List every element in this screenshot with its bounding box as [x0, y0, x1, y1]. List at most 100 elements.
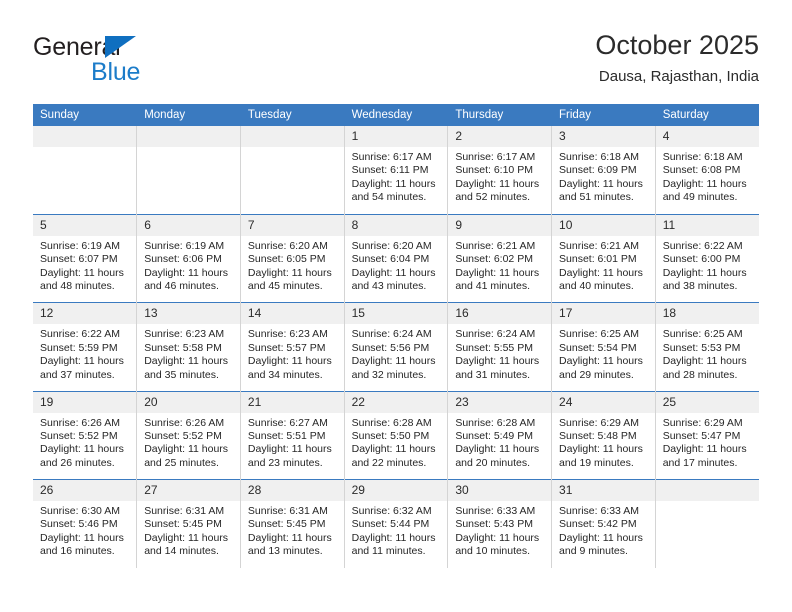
day-cell[interactable]: 10 Sunrise: 6:21 AM Sunset: 6:01 PM Dayl…	[551, 213, 656, 303]
day-number: 26	[33, 480, 137, 502]
day-cell[interactable]: 22 Sunrise: 6:28 AM Sunset: 5:50 PM Dayl…	[344, 390, 449, 480]
day-details: Sunrise: 6:30 AM Sunset: 5:46 PM Dayligh…	[33, 501, 136, 559]
day-cell[interactable]: 16 Sunrise: 6:24 AM Sunset: 5:55 PM Dayl…	[447, 302, 553, 392]
day-cell[interactable]: 14 Sunrise: 6:23 AM Sunset: 5:57 PM Dayl…	[240, 302, 345, 392]
calendar-week-row: 5 Sunrise: 6:19 AM Sunset: 6:07 PM Dayli…	[33, 213, 759, 303]
sunset-text: Sunset: 6:06 PM	[144, 253, 222, 266]
day-details: Sunrise: 6:22 AM Sunset: 6:00 PM Dayligh…	[656, 236, 759, 294]
logo-text-general: General	[33, 33, 121, 61]
calendar-grid: Sunday Monday Tuesday Wednesday Thursday…	[33, 104, 759, 568]
daylight-text: Daylight: 11 hours and 14 minutes.	[144, 531, 229, 558]
day-cell[interactable]: 12 Sunrise: 6:22 AM Sunset: 5:59 PM Dayl…	[33, 302, 138, 392]
daylight-text: Daylight: 11 hours and 37 minutes.	[40, 355, 124, 381]
daylight-text: Daylight: 11 hours and 35 minutes.	[144, 355, 229, 381]
daylight-text: Daylight: 11 hours and 10 minutes.	[455, 531, 540, 558]
weekday-header-saturday: Saturday	[655, 104, 759, 126]
day-details: Sunrise: 6:18 AM Sunset: 6:09 PM Dayligh…	[552, 147, 655, 205]
day-cell[interactable]: 24 Sunrise: 6:29 AM Sunset: 5:48 PM Dayl…	[551, 390, 656, 480]
day-details: Sunrise: 6:26 AM Sunset: 5:52 PM Dayligh…	[137, 413, 240, 471]
day-cell[interactable]: 29 Sunrise: 6:32 AM Sunset: 5:44 PM Dayl…	[344, 479, 449, 568]
day-number: 28	[240, 480, 344, 502]
sunset-text: Sunset: 5:46 PM	[40, 518, 118, 531]
day-cell[interactable]: 1 Sunrise: 6:17 AM Sunset: 6:11 PM Dayli…	[344, 126, 449, 215]
daylight-text: Daylight: 11 hours and 51 minutes.	[559, 177, 643, 204]
sunrise-text: Sunrise: 6:20 AM	[247, 239, 328, 252]
day-cell[interactable]: 13 Sunrise: 6:23 AM Sunset: 5:58 PM Dayl…	[136, 302, 241, 392]
sunrise-text: Sunrise: 6:31 AM	[144, 505, 225, 518]
day-details: Sunrise: 6:21 AM Sunset: 6:01 PM Dayligh…	[552, 236, 655, 294]
day-cell[interactable]: 28 Sunrise: 6:31 AM Sunset: 5:45 PM Dayl…	[240, 479, 345, 568]
day-cell[interactable]: 26 Sunrise: 6:30 AM Sunset: 5:46 PM Dayl…	[33, 479, 138, 568]
daylight-text: Daylight: 11 hours and 23 minutes.	[247, 443, 332, 469]
day-cell[interactable]: 6 Sunrise: 6:19 AM Sunset: 6:06 PM Dayli…	[136, 213, 241, 303]
sunrise-text: Sunrise: 6:25 AM	[559, 328, 639, 341]
day-cell[interactable]: 3 Sunrise: 6:18 AM Sunset: 6:09 PM Dayli…	[551, 126, 656, 215]
daylight-text: Daylight: 11 hours and 11 minutes.	[351, 531, 436, 558]
daylight-text: Daylight: 11 hours and 54 minutes.	[351, 177, 436, 204]
sunset-text: Sunset: 6:11 PM	[351, 164, 429, 177]
sunset-text: Sunset: 5:59 PM	[40, 341, 118, 354]
sunset-text: Sunset: 5:42 PM	[559, 518, 637, 531]
sunrise-text: Sunrise: 6:29 AM	[559, 416, 639, 429]
day-cell[interactable]: 15 Sunrise: 6:24 AM Sunset: 5:56 PM Dayl…	[344, 302, 449, 392]
day-number: 4	[655, 126, 759, 147]
day-cell[interactable]: 30 Sunrise: 6:33 AM Sunset: 5:43 PM Dayl…	[447, 479, 553, 568]
day-cell[interactable]: 8 Sunrise: 6:20 AM Sunset: 6:04 PM Dayli…	[344, 213, 449, 303]
daylight-text: Daylight: 11 hours and 19 minutes.	[559, 443, 643, 469]
day-cell[interactable]: 7 Sunrise: 6:20 AM Sunset: 6:05 PM Dayli…	[240, 213, 345, 303]
day-number: 11	[655, 214, 759, 236]
day-cell[interactable]: 21 Sunrise: 6:27 AM Sunset: 5:51 PM Dayl…	[240, 390, 345, 480]
daylight-text: Daylight: 11 hours and 32 minutes.	[351, 355, 436, 381]
day-cell-empty	[136, 126, 241, 215]
calendar-header-row: Sunday Monday Tuesday Wednesday Thursday…	[33, 104, 759, 126]
day-cell[interactable]: 5 Sunrise: 6:19 AM Sunset: 6:07 PM Dayli…	[33, 213, 138, 303]
sunrise-text: Sunrise: 6:28 AM	[455, 416, 536, 429]
day-details: Sunrise: 6:29 AM Sunset: 5:47 PM Dayligh…	[656, 413, 759, 471]
day-cell[interactable]: 11 Sunrise: 6:22 AM Sunset: 6:00 PM Dayl…	[655, 213, 759, 303]
sunrise-text: Sunrise: 6:26 AM	[144, 416, 225, 429]
day-cell[interactable]: 27 Sunrise: 6:31 AM Sunset: 5:45 PM Dayl…	[136, 479, 241, 568]
day-cell[interactable]: 17 Sunrise: 6:25 AM Sunset: 5:54 PM Dayl…	[551, 302, 656, 392]
daylight-text: Daylight: 11 hours and 26 minutes.	[40, 443, 124, 469]
daylight-text: Daylight: 11 hours and 49 minutes.	[662, 177, 747, 204]
day-cell[interactable]: 18 Sunrise: 6:25 AM Sunset: 5:53 PM Dayl…	[655, 302, 759, 392]
day-number: 14	[240, 303, 344, 325]
day-details: Sunrise: 6:27 AM Sunset: 5:51 PM Dayligh…	[241, 413, 344, 471]
day-number: 1	[344, 126, 448, 147]
sunrise-text: Sunrise: 6:19 AM	[144, 239, 225, 252]
sunrise-text: Sunrise: 6:18 AM	[559, 151, 639, 163]
day-cell[interactable]: 9 Sunrise: 6:21 AM Sunset: 6:02 PM Dayli…	[447, 213, 553, 303]
sunset-text: Sunset: 5:55 PM	[455, 341, 533, 354]
sunrise-text: Sunrise: 6:24 AM	[351, 328, 432, 341]
day-cell[interactable]: 19 Sunrise: 6:26 AM Sunset: 5:52 PM Dayl…	[33, 390, 138, 480]
weekday-header-friday: Friday	[551, 104, 656, 126]
daylight-text: Daylight: 11 hours and 41 minutes.	[455, 266, 540, 293]
sunset-text: Sunset: 5:53 PM	[662, 341, 741, 354]
sunrise-text: Sunrise: 6:31 AM	[247, 505, 328, 518]
daylight-text: Daylight: 11 hours and 31 minutes.	[455, 355, 540, 381]
day-cell[interactable]: 25 Sunrise: 6:29 AM Sunset: 5:47 PM Dayl…	[655, 390, 759, 480]
day-cell[interactable]: 31 Sunrise: 6:33 AM Sunset: 5:42 PM Dayl…	[551, 479, 656, 568]
day-details: Sunrise: 6:32 AM Sunset: 5:44 PM Dayligh…	[345, 501, 448, 559]
sunset-text: Sunset: 5:52 PM	[40, 430, 118, 443]
day-cell[interactable]: 20 Sunrise: 6:26 AM Sunset: 5:52 PM Dayl…	[136, 390, 241, 480]
day-details: Sunrise: 6:25 AM Sunset: 5:54 PM Dayligh…	[552, 324, 655, 382]
logo-triangle-icon	[105, 36, 136, 58]
sunrise-text: Sunrise: 6:30 AM	[40, 505, 120, 518]
sunset-text: Sunset: 5:57 PM	[247, 341, 326, 354]
day-cell[interactable]: 23 Sunrise: 6:28 AM Sunset: 5:49 PM Dayl…	[447, 390, 553, 480]
day-cell[interactable]: 4 Sunrise: 6:18 AM Sunset: 6:08 PM Dayli…	[655, 126, 759, 215]
day-number: 3	[552, 126, 655, 147]
day-number: 5	[33, 214, 137, 236]
day-details: Sunrise: 6:31 AM Sunset: 5:45 PM Dayligh…	[137, 501, 240, 559]
day-details: Sunrise: 6:24 AM Sunset: 5:55 PM Dayligh…	[448, 324, 551, 382]
sunset-text: Sunset: 6:07 PM	[40, 253, 118, 266]
daylight-text: Daylight: 11 hours and 52 minutes.	[455, 177, 540, 204]
day-details: Sunrise: 6:22 AM Sunset: 5:59 PM Dayligh…	[33, 324, 136, 382]
day-number: 18	[655, 303, 759, 325]
daylight-text: Daylight: 11 hours and 17 minutes.	[662, 443, 747, 469]
weekday-header-sunday: Sunday	[33, 104, 138, 126]
day-number: 29	[344, 480, 448, 502]
day-cell[interactable]: 2 Sunrise: 6:17 AM Sunset: 6:10 PM Dayli…	[447, 126, 553, 215]
sunset-text: Sunset: 6:08 PM	[662, 164, 741, 177]
